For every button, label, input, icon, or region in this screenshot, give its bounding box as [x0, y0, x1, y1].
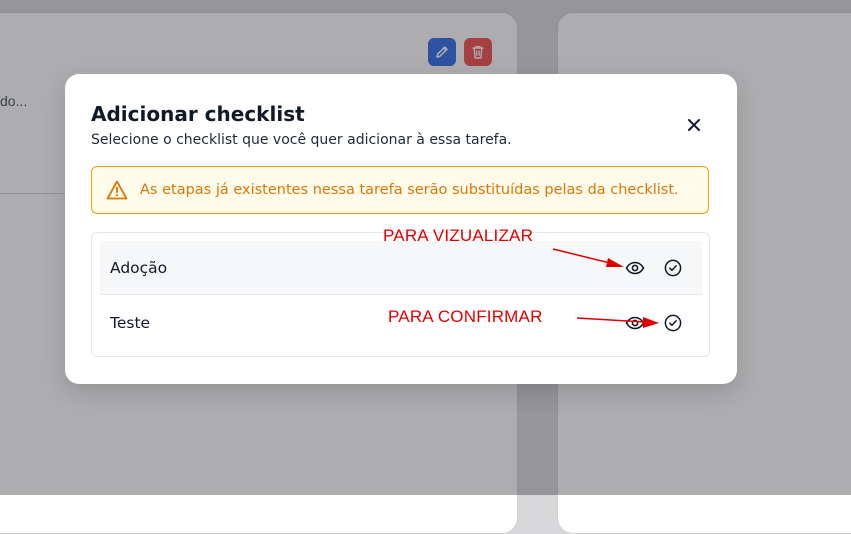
- annotation-arrow-confirm: [576, 317, 659, 328]
- annotation-arrows: [552, 248, 659, 328]
- annotation-arrow-view: [552, 248, 624, 267]
